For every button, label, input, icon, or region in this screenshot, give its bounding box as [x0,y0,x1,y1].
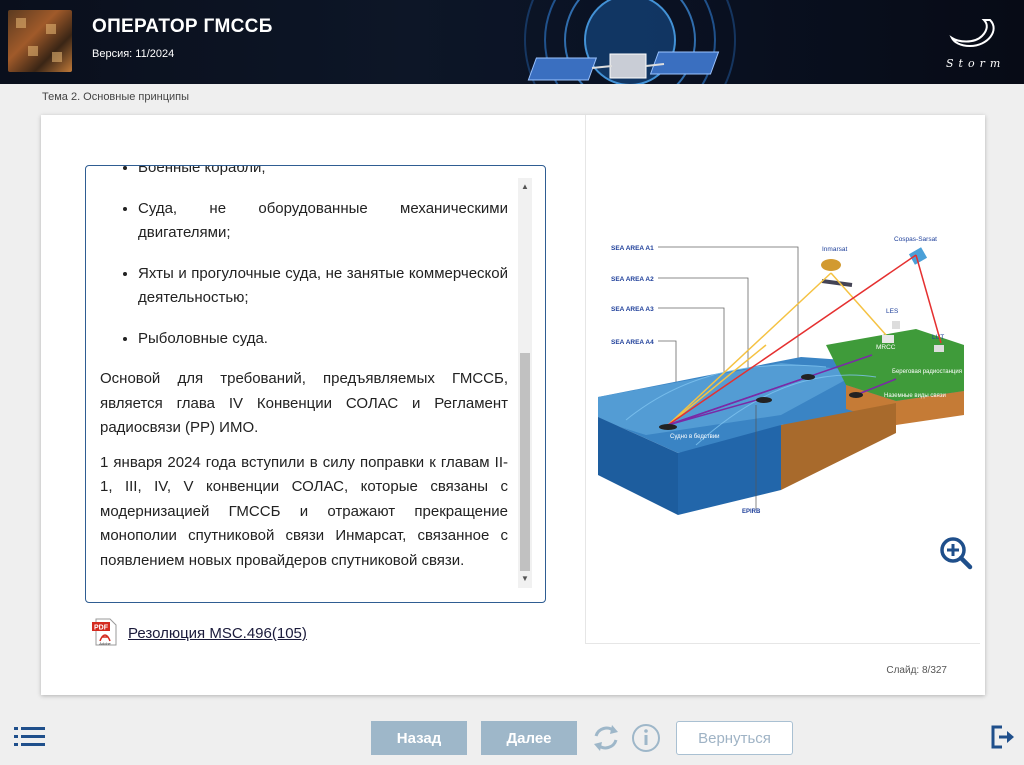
gmdss-diagram[interactable]: SEA AREA A1 SEA AREA A2 SEA AREA A3 SEA … [586,115,980,535]
ship-icon [659,424,677,430]
app-title: ОПЕРАТОР ГМССБ [92,16,273,37]
menu-list-icon[interactable] [14,726,46,748]
text-scroll-box[interactable]: Военные корабли; Суда, не оборудованные … [85,165,546,603]
ship-icon [801,374,815,380]
breadcrumb: Тема 2. Основные принципы [42,91,190,103]
exit-icon[interactable] [990,724,1016,750]
slide-current: 8 [921,665,928,676]
storm-brand-text: Storm [946,57,1006,70]
list-item: Яхты и прогулочные суда, не занятые комм… [138,262,508,311]
slide-card: Военные корабли; Суда, не оборудованные … [41,115,985,695]
course-logo [8,10,72,72]
building-icon [882,335,894,343]
sea-area-label: SEA AREA A2 [611,276,654,283]
list-item: Суда, не оборудованные механическими дви… [138,197,508,246]
text-content: Военные корабли; Суда, не оборудованные … [100,166,508,602]
pdf-icon-text: PDF [94,625,109,632]
slide-total: 327 [930,665,947,676]
sea-area-label: SEA AREA A3 [611,306,654,313]
zoom-in-icon[interactable] [939,536,973,570]
storm-logo: Storm [940,16,1004,72]
scrollbar[interactable]: ▲ ▼ [518,178,532,588]
reload-icon[interactable] [590,722,622,754]
pdf-icon: PDF Adobe [92,618,117,646]
scroll-up-arrow-icon[interactable]: ▲ [518,178,532,196]
satellite-banner-graphic [524,0,736,84]
return-button[interactable]: Вернуться [676,721,793,755]
image-panel: SEA AREA A1 SEA AREA A2 SEA AREA A3 SEA … [585,115,980,644]
pdf-icon-brand: Adobe [99,641,111,646]
info-icon[interactable] [630,722,662,754]
ship-icon [849,392,863,398]
list-item: Рыболовные суда. [138,327,508,352]
slide-counter: Слайд: 8/327 [886,665,947,676]
mrcc-label: MRCC [876,344,896,351]
paragraph: 1 января 2024 года вступили в силу попра… [100,453,508,569]
ship-icon [756,397,772,403]
vessel-list: Военные корабли; Суда, не оборудованные … [100,166,508,351]
list-item: Военные корабли; [138,166,508,181]
les-label: LES [886,308,899,315]
slide-counter-label: Слайд: [886,665,920,676]
back-button[interactable]: Назад [371,721,467,755]
sea-area-label: SEA AREA A1 [611,245,654,252]
app-version: Версия: 11/2024 [92,48,175,60]
sea-area-label: SEA AREA A4 [611,339,654,346]
coast-station-label: Береговая радиостанция [892,369,962,375]
inmarsat-label: Inmarsat [822,246,847,253]
cospas-label: Cospas-Sarsat [894,236,937,243]
app-header: ОПЕРАТОР ГМССБ Версия: 11/2024 Storm [0,0,1024,84]
vessel-label: Судно в бедствии [670,434,720,440]
next-button[interactable]: Далее [481,721,577,755]
scroll-down-arrow-icon[interactable]: ▼ [518,570,532,588]
land-comms-label: Наземные виды связи [884,393,946,399]
epirb-label: EPIRB [742,509,761,515]
scroll-thumb[interactable] [520,353,530,571]
antenna-icon [934,345,944,352]
paragraph: Основой для требований, предъявляемых ГМ… [100,370,508,436]
inmarsat-satellite-icon [821,259,853,287]
resolution-link[interactable]: Резолюция MSC.496(105) [128,625,307,642]
antenna-icon [892,321,900,329]
